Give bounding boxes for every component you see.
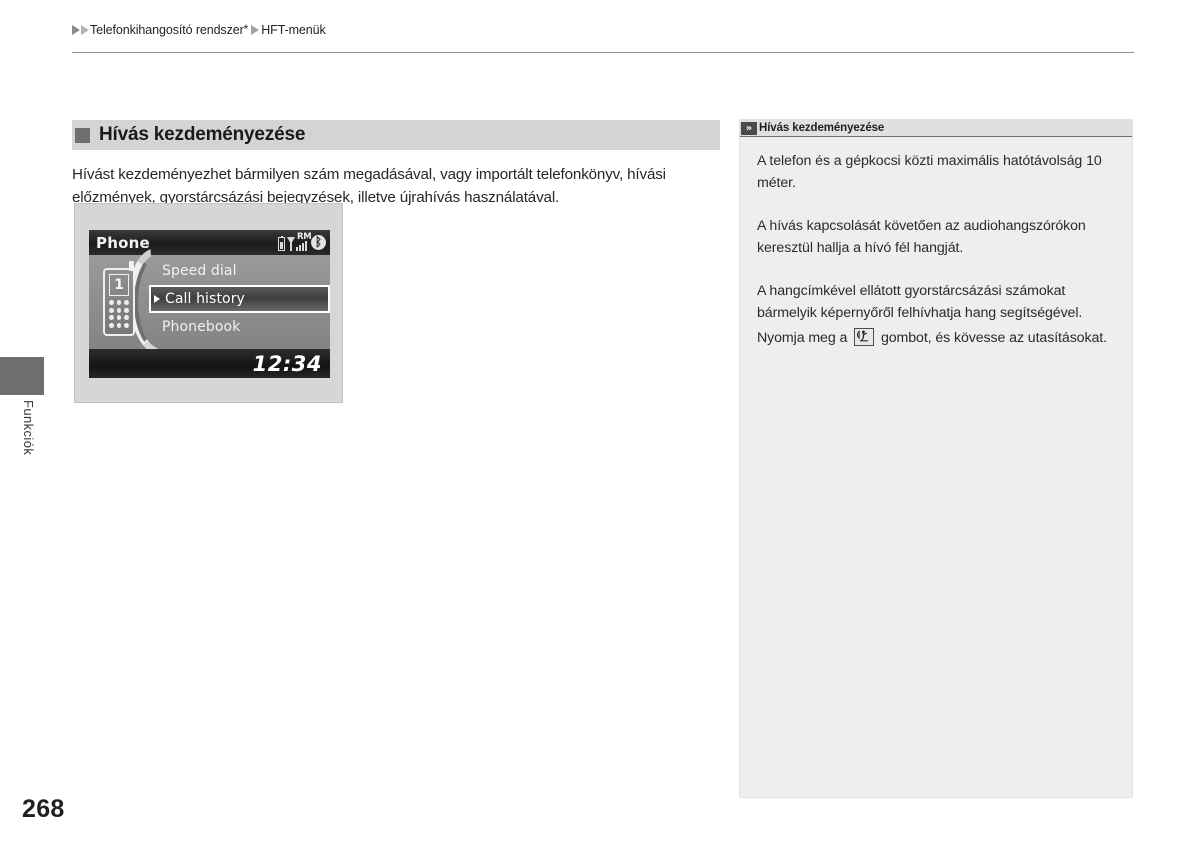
signal-bars-icon [296,241,307,251]
info-panel-title: Hívás kezdeményezése [759,122,885,134]
menu-item-call-history[interactable]: Call history [149,285,330,313]
device-menu-list: Speed dial Call history Phonebook [149,255,330,349]
device-menu-area: 1 Speed dial Call history Phonebook [89,255,330,349]
breadcrumb-arrow-2-icon [81,25,89,35]
device-screenshot-figure: Phone RM ᛒ 1 Speed dial Call history Pho… [74,203,343,403]
menu-item-speed-dial[interactable]: Speed dial [149,258,330,283]
menu-item-label: Phonebook [162,318,241,335]
info-panel-body: A telefon és a gépkocsi közti maximális … [740,137,1132,350]
breadcrumb-item-1[interactable]: Telefonkihangosító rendszer [90,23,244,37]
handset-display-digit: 1 [109,274,129,296]
info-panel: » Hívás kezdeményezése A telefon és a gé… [739,119,1133,798]
info-instruction-prefix: Nyomja meg a [757,330,848,347]
breadcrumb-divider [72,52,1134,53]
menu-item-label: Call history [165,291,245,307]
info-panel-header: » Hívás kezdeményezése [740,120,1132,137]
page-title: Hívás kezdeményezése [99,124,306,145]
section-heading: Hívás kezdeményezése [72,120,720,150]
info-instruction-suffix: gombot, és kövesse az utasításokat. [880,330,1107,347]
phone-handset-icon: 1 [95,260,151,342]
signal-strength-icon: RM [287,232,312,251]
device-status-icons: RM ᛒ [278,232,326,252]
handset-antenna-icon [129,261,134,271]
double-chevron-icon: » [741,121,757,135]
section-tab-marker [0,357,44,395]
battery-icon [278,235,285,251]
selection-caret-icon [154,295,160,303]
handset-body-icon: 1 [103,261,135,336]
menu-item-phonebook[interactable]: Phonebook [149,314,330,339]
breadcrumb-arrow-1-icon [72,25,80,35]
device-title-bar: Phone RM ᛒ [89,230,330,255]
info-paragraph-2: A hívás kapcsolását követően az audiohan… [757,218,1086,256]
bluetooth-icon: ᛒ [311,235,326,250]
section-tab-label: Funkciók [21,400,36,456]
breadcrumb: Telefonkihangosító rendszer * HFT-menük [72,23,1134,37]
info-paragraph-1: A telefon és a gépkocsi közti maximális … [757,153,1102,191]
device-screen-title: Phone [96,233,150,252]
antenna-icon [287,237,295,251]
voice-talk-button-icon [854,328,875,347]
breadcrumb-arrow-3-icon [251,25,260,35]
info-paragraph-4: Nyomja meg a gombot, és kövesse az utasí… [757,328,1115,350]
page-number: 268 [22,795,65,823]
info-paragraph-3: A hangcímkével ellátott gyorstárcsázási … [757,283,1083,321]
handset-keypad-icon [109,300,129,328]
menu-item-label: Speed dial [162,262,237,279]
device-screen: Phone RM ᛒ 1 Speed dial Call history Pho… [89,230,330,378]
heading-bullet-icon [75,127,90,143]
device-clock: 12:34 [252,351,322,376]
bluetooth-glyph: ᛒ [314,235,323,249]
breadcrumb-item-2[interactable]: HFT-menük [261,23,325,37]
device-footer-bar: 12:34 [89,349,330,378]
